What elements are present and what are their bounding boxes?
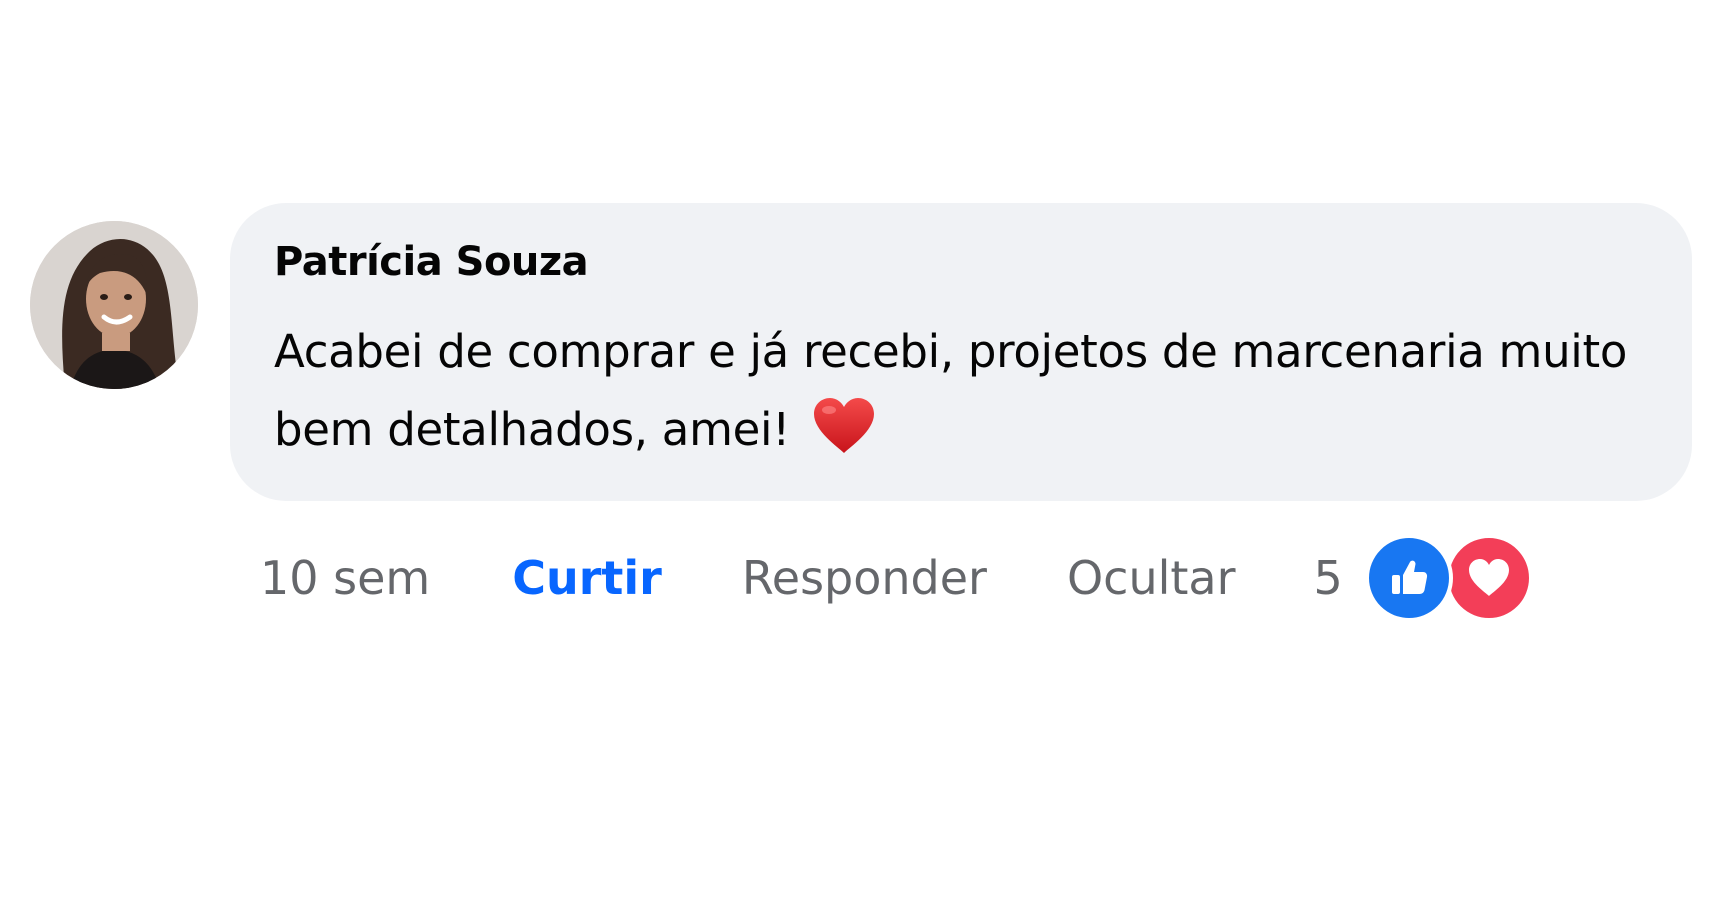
comment-text-block: Acabei de comprar e já recebi, projetos … <box>274 313 1654 479</box>
reactions-summary[interactable]: 5 <box>1314 534 1533 622</box>
comment-actions: 10 sem Curtir Responder Ocultar 5 <box>230 533 1533 623</box>
thumbs-up-icon <box>1364 534 1453 622</box>
comment-bubble: Patrícia Souza Acabei de comprar e já re… <box>230 203 1692 501</box>
avatar-photo <box>30 221 198 389</box>
reply-button[interactable]: Responder <box>742 551 987 605</box>
reaction-count: 5 <box>1313 551 1343 605</box>
heart-emoji-icon <box>812 397 876 479</box>
comment-text: Acabei de comprar e já recebi, projetos … <box>274 325 1628 456</box>
avatar[interactable] <box>30 221 198 389</box>
comment-author[interactable]: Patrícia Souza <box>274 237 1648 287</box>
heart-icon <box>1444 534 1533 622</box>
hide-button[interactable]: Ocultar <box>1067 551 1236 605</box>
like-button[interactable]: Curtir <box>512 551 662 605</box>
comment-timestamp[interactable]: 10 sem <box>260 551 430 605</box>
